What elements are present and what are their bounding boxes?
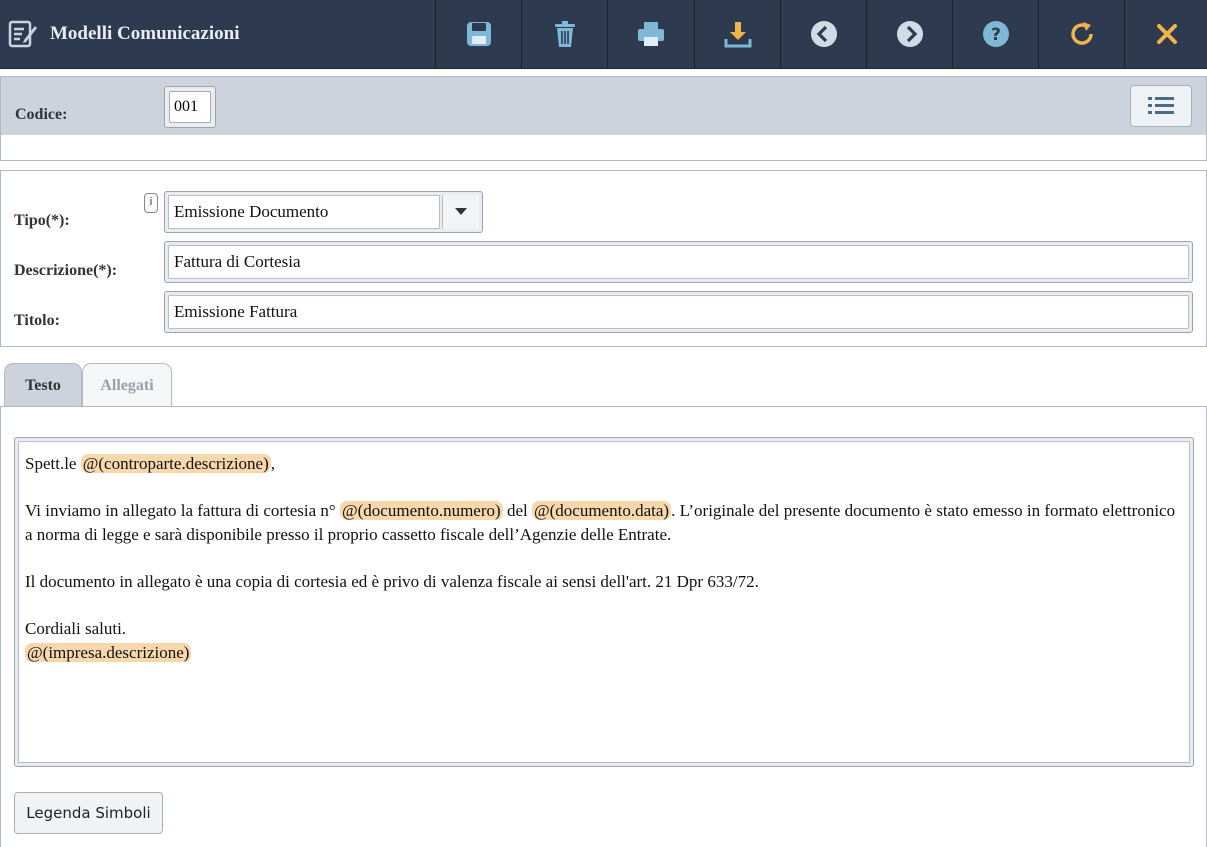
- app-title: Modelli Comunicazioni: [8, 0, 239, 68]
- placeholder-tag: @(controparte.descrizione): [80, 454, 271, 473]
- help-button[interactable]: ?: [952, 0, 1039, 68]
- edit-document-icon: [8, 17, 38, 51]
- app-title-text: Modelli Comunicazioni: [50, 23, 240, 44]
- descrizione-input[interactable]: Fattura di Cortesia: [168, 245, 1189, 279]
- descrizione-field[interactable]: Fattura di Cortesia: [164, 241, 1193, 283]
- legend-button[interactable]: Legenda Simboli: [14, 792, 163, 834]
- placeholder-tag: @(documento.data): [531, 501, 672, 520]
- codice-field-wrap: [164, 86, 216, 128]
- tab-testo[interactable]: Testo: [4, 363, 82, 408]
- close-button[interactable]: [1124, 0, 1207, 68]
- list-menu-button[interactable]: [1130, 85, 1192, 127]
- tipo-select[interactable]: Emissione Documento: [164, 191, 483, 233]
- descrizione-label: Descrizione(*):: [14, 262, 118, 279]
- list-icon: [1148, 97, 1174, 114]
- text-editor[interactable]: Spett.le @(controparte.descrizione), Vi …: [18, 441, 1190, 763]
- divider-strip: [0, 135, 1207, 161]
- save-button[interactable]: [435, 0, 522, 68]
- titolo-label: Titolo:: [14, 312, 60, 329]
- editor-paragraph: Il documento in allegato è una copia di …: [25, 572, 759, 591]
- editor-paragraph: Vi inviamo in allegato la fattura di cor…: [25, 501, 1176, 544]
- chevron-right-circle-icon: [897, 21, 923, 47]
- svg-text:?: ?: [991, 25, 1001, 45]
- titolo-field[interactable]: Emissione Fattura: [164, 291, 1193, 333]
- editor-closing: Cordiali saluti.: [25, 619, 127, 638]
- titolo-input[interactable]: Emissione Fattura: [168, 295, 1189, 329]
- previous-button[interactable]: [780, 0, 867, 68]
- codice-input[interactable]: [169, 91, 211, 123]
- delete-button[interactable]: [521, 0, 608, 68]
- codice-label: Codice:: [15, 106, 68, 123]
- refresh-icon: [1071, 22, 1093, 45]
- download-button[interactable]: [694, 0, 781, 68]
- print-button[interactable]: [607, 0, 694, 68]
- close-icon: [1156, 24, 1177, 44]
- top-toolbar: Modelli Comunicazioni ?: [0, 0, 1207, 69]
- tipo-label: Tipo(*):: [14, 212, 70, 229]
- refresh-button[interactable]: [1038, 0, 1125, 68]
- placeholder-tag: @(documento.numero): [339, 501, 503, 520]
- printer-icon: [638, 22, 664, 46]
- download-icon: [724, 22, 752, 48]
- editor-signature: @(impresa.descrizione): [25, 641, 1183, 665]
- chevron-left-circle-icon: [811, 21, 837, 47]
- next-button[interactable]: [866, 0, 953, 68]
- trash-icon: [555, 21, 575, 47]
- chevron-down-icon[interactable]: [442, 195, 479, 229]
- text-editor-wrap: Spett.le @(controparte.descrizione), Vi …: [14, 437, 1194, 767]
- floppy-icon: [467, 22, 491, 46]
- placeholder-tag: @(impresa.descrizione): [25, 643, 192, 662]
- info-icon[interactable]: i: [144, 193, 158, 213]
- tipo-select-value: Emissione Documento: [168, 195, 440, 229]
- question-circle-icon: ?: [983, 21, 1009, 47]
- editor-greeting: Spett.le @(controparte.descrizione),: [25, 454, 276, 473]
- tab-allegati[interactable]: Allegati: [82, 363, 172, 408]
